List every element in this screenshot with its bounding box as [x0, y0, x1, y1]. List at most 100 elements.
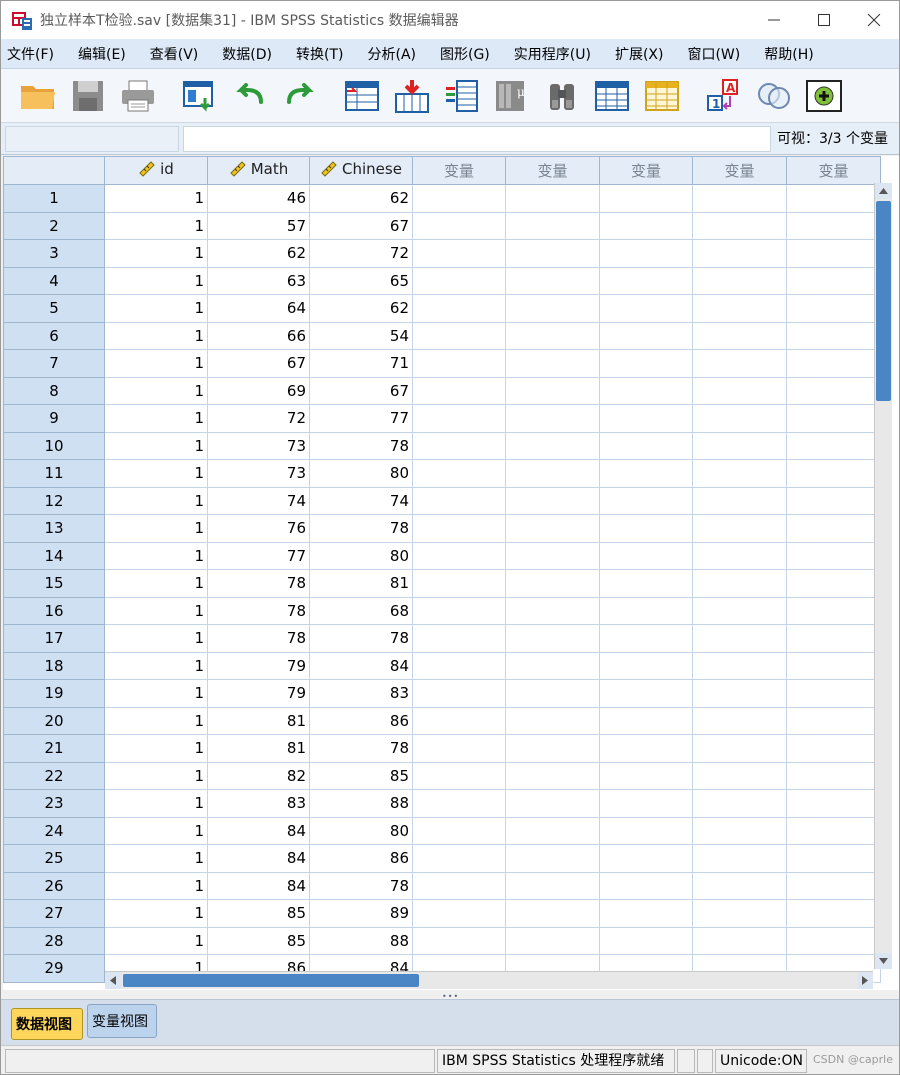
row-number-cell[interactable]: 9 [3, 404, 105, 433]
cell-math[interactable]: 83 [207, 789, 310, 818]
use-variable-sets-button[interactable] [801, 73, 847, 119]
empty-cell[interactable] [412, 239, 506, 268]
empty-cell[interactable] [692, 789, 787, 818]
empty-cell[interactable] [599, 266, 693, 295]
cell-math[interactable]: 72 [207, 404, 310, 433]
cell-id[interactable]: 1 [104, 624, 208, 653]
empty-cell[interactable] [786, 294, 881, 323]
cell-id[interactable]: 1 [104, 459, 208, 488]
redo-button[interactable] [277, 73, 323, 119]
minimize-button[interactable] [749, 1, 799, 39]
empty-cell[interactable] [692, 486, 787, 515]
cell-math[interactable]: 76 [207, 514, 310, 543]
empty-cell[interactable] [412, 376, 506, 405]
empty-cell[interactable] [692, 596, 787, 625]
cell-id[interactable]: 1 [104, 569, 208, 598]
cell-id[interactable]: 1 [104, 871, 208, 900]
cell-chinese[interactable]: 71 [309, 349, 413, 378]
menu-edit[interactable]: 编辑(E) [78, 44, 138, 64]
column-header-empty-var[interactable]: 变量 [692, 156, 787, 185]
cell-math[interactable]: 77 [207, 541, 310, 570]
cell-id[interactable]: 1 [104, 294, 208, 323]
column-header-empty-var[interactable]: 变量 [412, 156, 506, 185]
row-number-cell[interactable]: 26 [3, 871, 105, 900]
row-number-cell[interactable]: 1 [3, 184, 105, 213]
cell-math[interactable]: 84 [207, 844, 310, 873]
empty-cell[interactable] [412, 514, 506, 543]
menu-window[interactable]: 窗口(W) [687, 44, 752, 64]
empty-cell[interactable] [412, 184, 506, 213]
empty-cell[interactable] [505, 569, 600, 598]
empty-cell[interactable] [505, 706, 600, 735]
empty-cell[interactable] [692, 541, 787, 570]
menu-analyze[interactable]: 分析(A) [367, 44, 428, 64]
cell-chinese[interactable]: 62 [309, 184, 413, 213]
menu-utilities[interactable]: 实用程序(U) [514, 44, 603, 64]
column-header-math[interactable]: Math [207, 156, 310, 185]
vertical-scrollbar[interactable] [874, 183, 892, 969]
row-number-cell[interactable]: 11 [3, 459, 105, 488]
empty-cell[interactable] [599, 816, 693, 845]
empty-cell[interactable] [412, 569, 506, 598]
empty-cell[interactable] [692, 899, 787, 928]
cell-id[interactable]: 1 [104, 734, 208, 763]
row-number-cell[interactable]: 15 [3, 569, 105, 598]
empty-cell[interactable] [786, 816, 881, 845]
scroll-up-button[interactable] [875, 183, 892, 199]
empty-cell[interactable] [599, 294, 693, 323]
horizontal-scroll-thumb[interactable] [123, 974, 419, 987]
row-number-cell[interactable]: 27 [3, 899, 105, 928]
empty-cell[interactable] [412, 321, 506, 350]
tab-data-view[interactable]: 数据视图 [11, 1008, 83, 1040]
empty-cell[interactable] [692, 294, 787, 323]
menu-file[interactable]: 文件(F) [7, 44, 66, 64]
empty-cell[interactable] [599, 651, 693, 680]
cell-chinese[interactable]: 89 [309, 899, 413, 928]
cell-math[interactable]: 85 [207, 899, 310, 928]
menu-view[interactable]: 查看(V) [150, 44, 211, 64]
empty-cell[interactable] [412, 651, 506, 680]
cell-math[interactable]: 82 [207, 761, 310, 790]
empty-cell[interactable] [599, 541, 693, 570]
cell-math[interactable]: 78 [207, 569, 310, 598]
cell-chinese[interactable]: 80 [309, 459, 413, 488]
cell-math[interactable]: 79 [207, 679, 310, 708]
empty-cell[interactable] [599, 679, 693, 708]
empty-cell[interactable] [786, 514, 881, 543]
empty-cell[interactable] [505, 239, 600, 268]
empty-cell[interactable] [692, 844, 787, 873]
empty-cell[interactable] [505, 211, 600, 240]
empty-cell[interactable] [412, 706, 506, 735]
vertical-scroll-thumb[interactable] [876, 201, 891, 401]
split-file-button[interactable] [639, 73, 685, 119]
menu-extensions[interactable]: 扩展(X) [615, 44, 676, 64]
cell-id[interactable]: 1 [104, 486, 208, 515]
empty-cell[interactable] [599, 734, 693, 763]
empty-cell[interactable] [505, 294, 600, 323]
row-number-cell[interactable]: 13 [3, 514, 105, 543]
cell-id[interactable]: 1 [104, 184, 208, 213]
empty-cell[interactable] [505, 376, 600, 405]
empty-cell[interactable] [692, 404, 787, 433]
empty-cell[interactable] [505, 541, 600, 570]
empty-cell[interactable] [412, 761, 506, 790]
empty-cell[interactable] [505, 679, 600, 708]
cell-math[interactable]: 57 [207, 211, 310, 240]
empty-cell[interactable] [505, 899, 600, 928]
save-button[interactable] [65, 73, 111, 119]
empty-cell[interactable] [505, 184, 600, 213]
empty-cell[interactable] [692, 184, 787, 213]
cell-math[interactable]: 81 [207, 706, 310, 735]
row-number-cell[interactable]: 14 [3, 541, 105, 570]
empty-cell[interactable] [692, 871, 787, 900]
row-number-cell[interactable]: 28 [3, 926, 105, 955]
cell-chinese[interactable]: 88 [309, 926, 413, 955]
row-number-cell[interactable]: 18 [3, 651, 105, 680]
empty-cell[interactable] [786, 459, 881, 488]
empty-cell[interactable] [692, 431, 787, 460]
empty-cell[interactable] [786, 569, 881, 598]
cell-chinese[interactable]: 84 [309, 651, 413, 680]
empty-cell[interactable] [599, 349, 693, 378]
cell-math[interactable]: 74 [207, 486, 310, 515]
empty-cell[interactable] [412, 871, 506, 900]
